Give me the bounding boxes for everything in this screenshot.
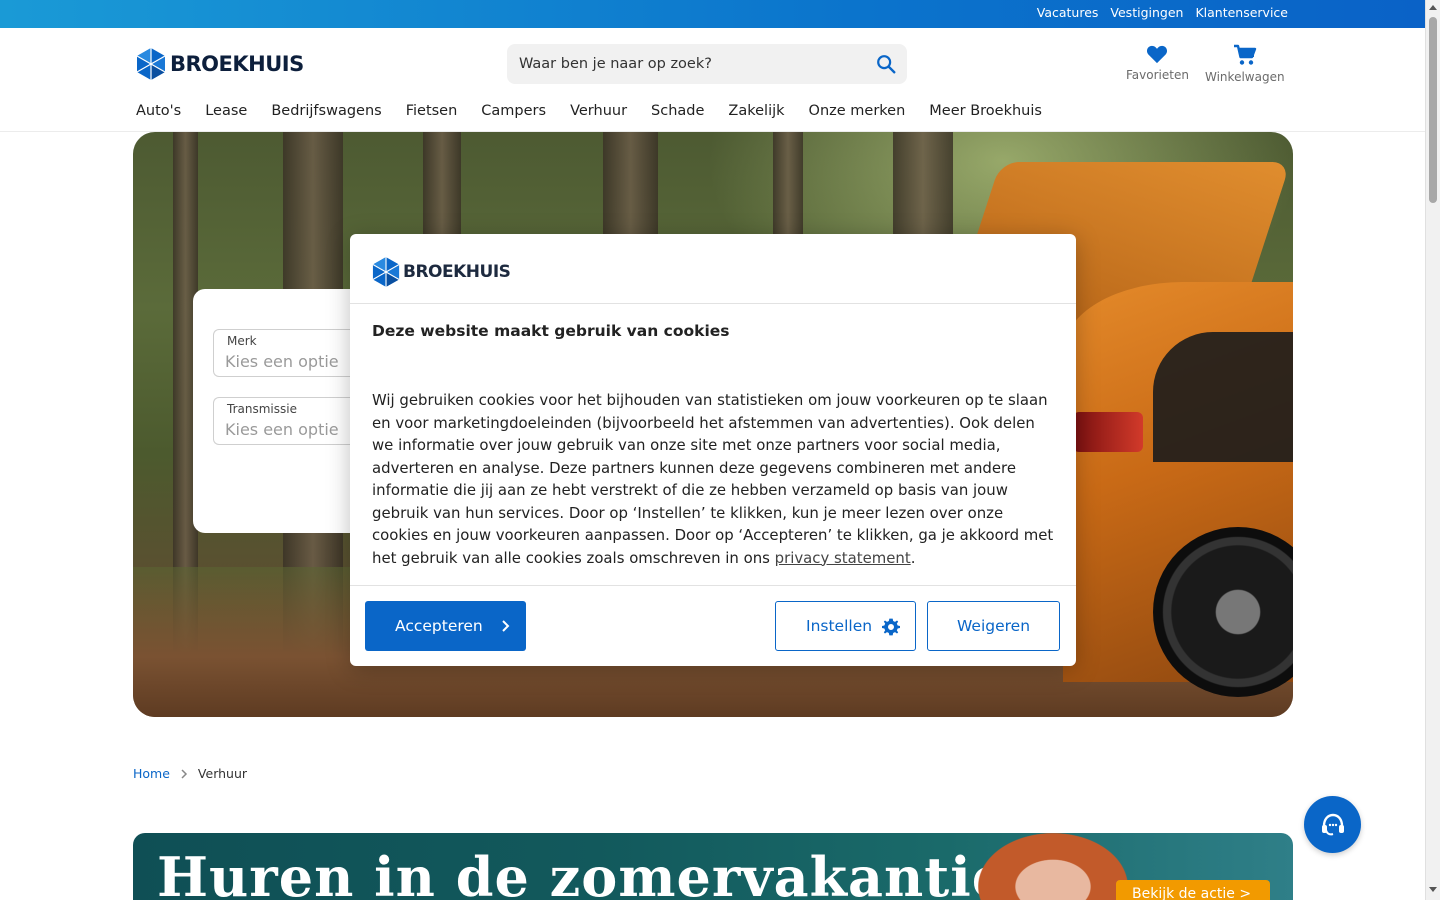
search-icon[interactable] (875, 53, 897, 75)
nav-onze-merken[interactable]: Onze merken (809, 103, 906, 119)
broekhuis-logo[interactable]: BROEKHUIS (136, 47, 304, 81)
page-scrollbar[interactable] (1425, 0, 1440, 900)
breadcrumb-home[interactable]: Home (133, 766, 170, 781)
logo-mark-icon (372, 257, 400, 287)
cookie-dialog-header: BROEKHUIS (350, 234, 1076, 304)
search-bar (507, 44, 907, 84)
cookie-dialog-title: Deze website maakt gebruik van cookies (372, 322, 730, 340)
link-klantenservice[interactable]: Klantenservice (1195, 5, 1288, 20)
nav-bedrijfswagens[interactable]: Bedrijfswagens (271, 103, 381, 119)
accept-cookies-button[interactable]: Accepteren (365, 601, 526, 651)
transmission-select-value: Kies een optie (225, 420, 339, 439)
chat-support-button[interactable] (1304, 796, 1361, 853)
cart-label: Winkelwagen (1205, 70, 1285, 84)
cookie-body-text: Wij gebruiken cookies voor het bijhouden… (372, 391, 1054, 567)
top-bar: Vacatures Vestigingen Klantenservice (0, 0, 1425, 28)
promo-action-button[interactable]: Bekijk de actie > (1116, 880, 1270, 900)
brand-select-label: Merk (227, 334, 257, 348)
scroll-down-arrow-icon[interactable] (1429, 887, 1437, 892)
nav-zakelijk[interactable]: Zakelijk (728, 103, 784, 119)
chevron-right-icon (181, 768, 187, 779)
cart-icon (1233, 44, 1256, 65)
favorites-button[interactable]: Favorieten (1126, 44, 1189, 82)
nav-schade[interactable]: Schade (651, 103, 704, 119)
logo-text: BROEKHUIS (170, 52, 304, 76)
breadcrumb-current: Verhuur (197, 766, 248, 781)
privacy-statement-link[interactable]: privacy statement (775, 549, 911, 567)
headset-icon (1321, 813, 1344, 835)
main-nav: Auto's Lease Bedrijfswagens Fietsen Camp… (136, 103, 1042, 119)
top-links: Vacatures Vestigingen Klantenservice (1037, 5, 1288, 20)
nav-autos[interactable]: Auto's (136, 103, 181, 119)
scroll-up-arrow-icon[interactable] (1429, 5, 1437, 10)
heart-icon (1147, 45, 1168, 64)
cookie-settings-button[interactable]: Instellen (775, 601, 916, 651)
cookie-dialog-logo: BROEKHUIS (372, 256, 511, 288)
promo-person-image (978, 833, 1128, 900)
nav-campers[interactable]: Campers (481, 103, 546, 119)
promo-title: Huren in de zomervakantie? (157, 845, 1040, 900)
car-window (1153, 332, 1293, 462)
link-vacatures[interactable]: Vacatures (1037, 5, 1099, 20)
site-header: BROEKHUIS Favorieten Winkelwagen Auto's … (0, 28, 1425, 132)
accept-label: Accepteren (395, 617, 483, 635)
breadcrumb: Home Verhuur (133, 766, 247, 781)
link-vestigingen[interactable]: Vestigingen (1110, 5, 1183, 20)
logo-mark-icon (136, 48, 166, 80)
refuse-label: Weigeren (956, 617, 1031, 635)
cookie-dialog-footer: Accepteren Instellen Weigeren (350, 585, 1076, 666)
cookie-dialog-logo-text: BROEKHUIS (403, 262, 511, 282)
cookie-body-end: . (910, 548, 916, 567)
cookie-dialog-body: Wij gebruiken cookies voor het bijhouden… (372, 389, 1058, 569)
favorites-label: Favorieten (1126, 68, 1189, 82)
search-input[interactable] (507, 44, 857, 84)
scroll-thumb[interactable] (1429, 17, 1437, 203)
refuse-cookies-button[interactable]: Weigeren (927, 601, 1060, 651)
nav-verhuur[interactable]: Verhuur (570, 103, 627, 119)
gear-icon (882, 618, 900, 636)
brand-select-value: Kies een optie (225, 352, 339, 371)
settings-label: Instellen (806, 617, 873, 635)
transmission-select-label: Transmissie (227, 402, 297, 416)
chevron-right-icon (502, 620, 510, 632)
nav-meer-broekhuis[interactable]: Meer Broekhuis (929, 103, 1042, 119)
nav-lease[interactable]: Lease (205, 103, 247, 119)
car-taillight (1073, 412, 1143, 452)
cart-button[interactable]: Winkelwagen (1205, 44, 1285, 84)
cookie-dialog: BROEKHUIS Deze website maakt gebruik van… (350, 234, 1076, 666)
nav-fietsen[interactable]: Fietsen (406, 103, 458, 119)
promo-banner[interactable]: Huren in de zomervakantie? Bekijk de act… (133, 833, 1293, 900)
